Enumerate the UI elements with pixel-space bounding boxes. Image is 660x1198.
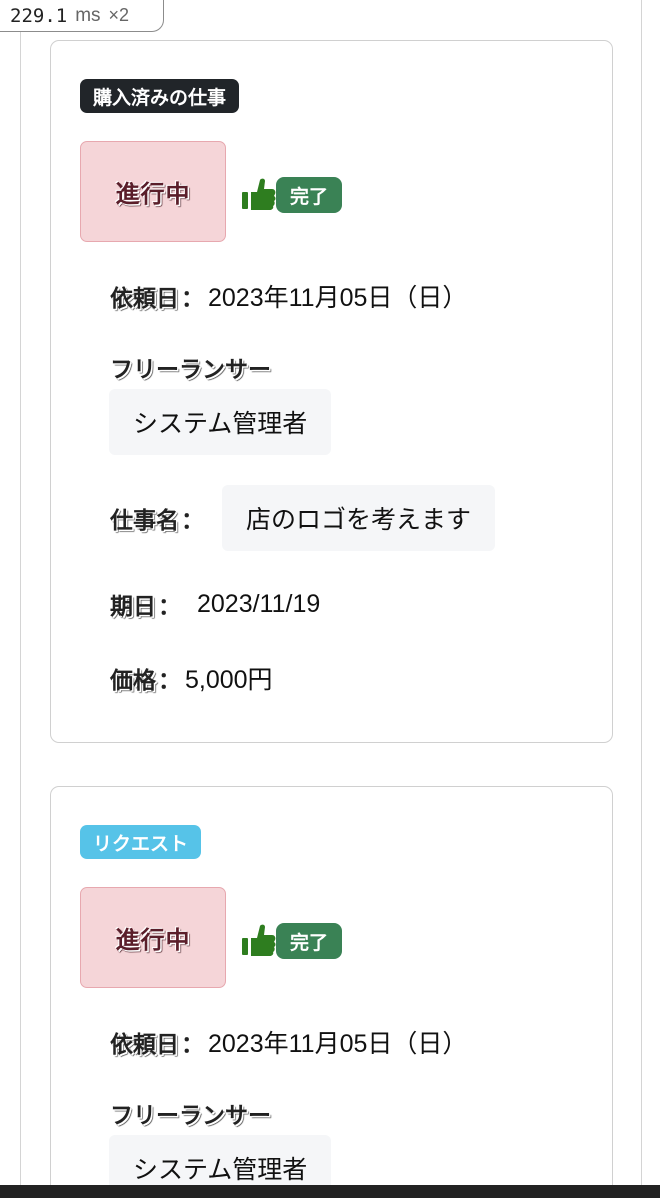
- label-colon: ：: [181, 1032, 204, 1058]
- perf-unit: ms: [75, 4, 101, 26]
- freelancer-label: フリーランサー: [110, 357, 271, 383]
- complete-badge: 完了: [276, 177, 343, 213]
- content-border-right: [641, 0, 642, 1185]
- status-box: 進行中: [80, 141, 226, 242]
- job-name-value: 店のロゴを考えます: [222, 485, 496, 551]
- job-type-badge: リクエスト: [80, 825, 202, 859]
- job-type-badge: 購入済みの仕事: [80, 79, 240, 113]
- content-border-left: [20, 0, 21, 1185]
- complete-button[interactable]: 完了: [240, 175, 343, 215]
- thumbs-up-icon: [242, 178, 276, 210]
- freelancer-field: システム管理者: [109, 389, 332, 455]
- request-date-row: 依頼日 ： 2023年11月05日（日）: [110, 1024, 467, 1060]
- price-label: 価格: [110, 668, 156, 694]
- perf-value: 229.1: [10, 4, 68, 27]
- bottom-bar: [0, 1185, 660, 1198]
- price-value: 5,000円: [185, 666, 273, 694]
- job-name-label: 仕事名: [110, 508, 179, 534]
- thumbs-up-icon: [242, 924, 276, 956]
- due-date-value: 2023/11/19: [197, 589, 321, 618]
- job-name-row: 仕事名 ： 店のロゴを考えます: [110, 485, 496, 551]
- freelancer-row: フリーランサー: [110, 350, 271, 384]
- price-row: 価格 ： 5,000円: [110, 660, 273, 696]
- freelancer-row: フリーランサー: [110, 1096, 271, 1130]
- freelancer-name: システム管理者: [109, 389, 332, 455]
- label-colon: ：: [181, 508, 204, 534]
- job-card: 購入済みの仕事 進行中 完了 依頼日 ： 2023年11月05日（日） フリーラ…: [50, 40, 613, 743]
- status-box: 進行中: [80, 887, 226, 988]
- request-date-row: 依頼日 ： 2023年11月05日（日）: [110, 278, 467, 314]
- request-date-value: 2023年11月05日（日）: [208, 284, 468, 312]
- request-date-value: 2023年11月05日（日）: [208, 1030, 468, 1058]
- label-colon: ：: [181, 286, 204, 312]
- label-colon: ：: [158, 594, 181, 620]
- perf-multiplier: ×2: [108, 5, 130, 25]
- label-colon: ：: [158, 668, 181, 694]
- due-date-label: 期日: [110, 594, 156, 620]
- complete-badge: 完了: [276, 923, 343, 959]
- due-date-row: 期日 ： 2023/11/19: [110, 587, 320, 621]
- page: 229.1 ms ×2 購入済みの仕事 進行中 完了 依頼日 ： 2023年11…: [0, 0, 660, 1198]
- status-label: 進行中: [115, 180, 191, 208]
- job-card: リクエスト 進行中 完了 依頼日 ： 2023年11月05日（日） フリーランサ…: [50, 786, 613, 1198]
- freelancer-label: フリーランサー: [110, 1103, 271, 1129]
- request-date-label: 依頼日: [110, 286, 179, 312]
- request-date-label: 依頼日: [110, 1032, 179, 1058]
- performance-badge: 229.1 ms ×2: [0, 0, 164, 32]
- complete-button[interactable]: 完了: [240, 921, 343, 961]
- status-label: 進行中: [115, 926, 191, 954]
